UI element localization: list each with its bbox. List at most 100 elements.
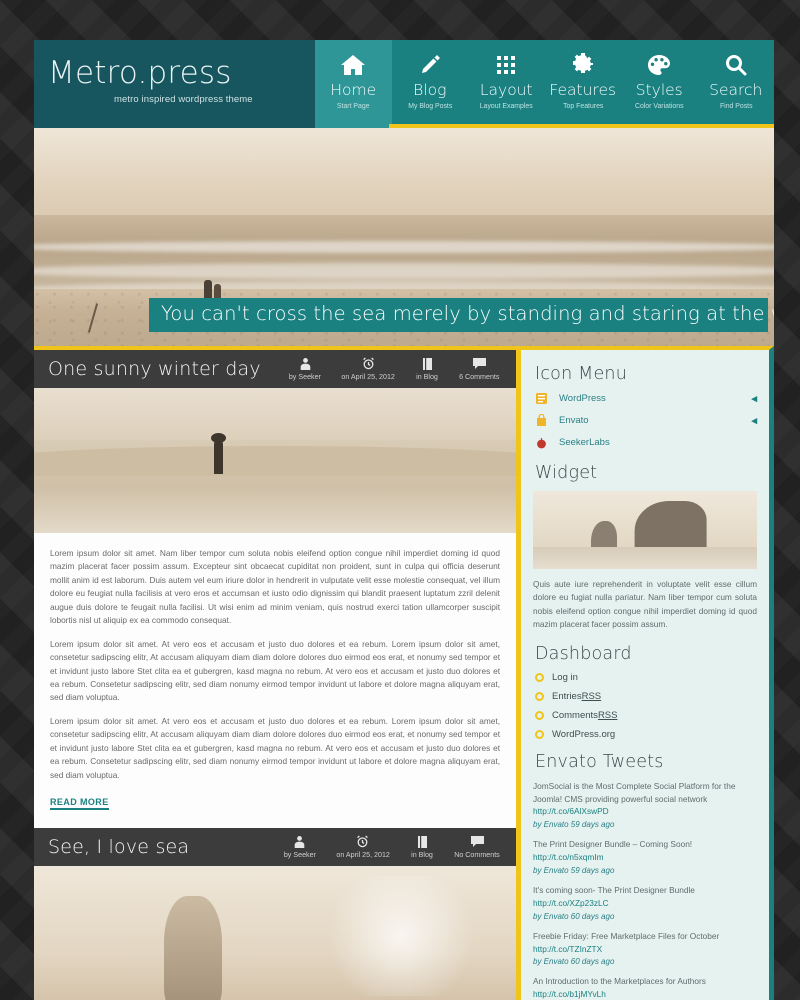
nav-label-search: Search [709,81,763,99]
dashboard-item-login[interactable]: Log in [533,672,757,683]
meta-date: on April 25, 2012 [326,835,400,859]
dashboard-item-wordpress-org[interactable]: WordPress.org [533,729,757,740]
post-header: See, I love sea by Seeker on April 25, 2… [34,828,516,866]
post-featured-image [34,388,516,533]
nav-sub-blog: My Blog Posts [407,101,452,110]
nav-label-home: Home [330,81,377,99]
nav-label-layout: Layout [479,81,533,99]
nav-item-features[interactable]: Features Top Features [545,40,622,128]
sidebar-label: WordPress [559,393,606,404]
post-paragraph: Lorem ipsum dolor sit amet. Nam liber te… [50,548,500,626]
book-icon [409,835,435,848]
nav-sub-features: Top Features [562,101,603,110]
meta-comments[interactable]: No Comments [444,835,510,859]
tweet-item: It's coming soon- The Print Designer Bun… [533,884,757,921]
widget-text: Quis aute iure reprehenderit in voluptat… [533,579,757,630]
gear-icon [545,51,622,79]
book-icon [414,357,440,370]
nav-label-styles: Styles [635,81,683,99]
meta-category: in Blog [400,835,444,859]
dashboard-label-rss: RSS [597,709,618,721]
tweet-byline: by Envato 60 days ago [533,911,615,921]
brand[interactable]: Metro.press metro inspired wordpress the… [34,40,315,128]
tweet-body: JomSocial is the Most Complete Social Pl… [533,780,736,804]
pencil-icon [392,51,469,79]
meta-date: on April 25, 2012 [331,357,405,381]
wordpress-book-icon [535,392,552,405]
post-title[interactable]: One sunny winter day [48,358,279,380]
person-icon [288,357,322,370]
content-area: One sunny winter day by Seeker on April … [34,346,774,1000]
nav-item-home[interactable]: Home Start Page [315,40,392,128]
tweet-link[interactable]: http://t.co/n5xqmIm [533,852,604,862]
widget-image [533,491,757,569]
meta-comments-label: No Comments [454,850,500,859]
bullet-circle-icon [535,691,544,701]
post-meta: by Seeker on April 25, 2012 [274,835,510,859]
chevron-left-icon[interactable]: ◂ [751,414,757,427]
post-featured-image [34,866,516,1000]
post-paragraph: Lorem ipsum dolor sit amet. At vero eos … [50,638,500,703]
sidebar-item-wordpress[interactable]: WordPress ◂ [533,392,757,405]
tweet-body: The Print Designer Bundle – Coming Soon! [533,839,693,850]
person-icon [283,835,317,848]
tweet-body: It's coming soon- The Print Designer Bun… [533,885,695,896]
nav-sub-layout: Layout Examples [479,101,533,110]
meta-author-label: by Seeker [289,372,322,381]
meta-comments-label: 6 Comments [459,372,500,381]
meta-author: by Seeker [279,357,331,381]
sidebar-heading-widget: Widget [535,463,598,483]
meta-author: by Seeker [274,835,326,859]
sidebar-label: SeekerLabs [559,437,610,448]
bullet-circle-icon [535,729,544,739]
tweet-link[interactable]: http://t.co/XZp23zLC [533,898,609,908]
tweet-item: The Print Designer Bundle – Coming Soon!… [533,838,757,875]
post-body: Lorem ipsum dolor sit amet. Nam liber te… [34,533,516,828]
nav-item-blog[interactable]: Blog My Blog Posts [392,40,469,128]
read-more-link[interactable]: READ MORE [50,797,109,810]
nav-item-search[interactable]: Search Find Posts [698,40,775,128]
dashboard-item-comments-rss[interactable]: Comments RSS [533,710,757,721]
main-column: One sunny winter day by Seeker on April … [34,346,516,1000]
tweet-link[interactable]: http://t.co/b1jMYvLh [533,989,606,999]
tweet-body: Freebie Friday: Free Marketplace Files f… [533,930,720,941]
sidebar-heading-tweets: Envato Tweets [535,751,664,772]
tweet-body: An Introduction to the Marketplaces for … [533,976,706,987]
dashboard-label: Entries [552,690,582,702]
brand-title: Metro.press [48,55,232,91]
tweet-byline: by Envato 59 days ago [533,866,615,876]
meta-author-label: by Seeker [283,850,316,859]
chevron-left-icon[interactable]: ◂ [751,392,757,405]
alarm-clock-icon [340,357,396,370]
post-title[interactable]: See, I love sea [48,836,274,858]
palette-icon [621,51,698,79]
hero-slider[interactable]: You can't cross the sea merely by standi… [34,128,774,346]
tweet-text: An Introduction to the Marketplaces for … [533,975,757,1000]
dashboard-label: Log in [552,671,578,683]
alarm-clock-icon [335,835,391,848]
tweet-text: The Print Designer Bundle – Coming Soon!… [533,838,757,864]
meta-date-label: on April 25, 2012 [336,850,390,859]
post-paragraph: Lorem ipsum dolor sit amet. At vero eos … [50,715,500,780]
meta-category-label: in Blog [416,372,439,381]
dashboard-item-entries-rss[interactable]: Entries RSS [533,691,757,702]
main-nav: Home Start Page Blog My Blog Posts Layou… [315,40,774,128]
nav-item-layout[interactable]: Layout Layout Examples [468,40,545,128]
sidebar-heading-dashboard: Dashboard [535,643,632,664]
tweet-byline: by Envato 59 days ago [533,820,615,830]
nav-item-styles[interactable]: Styles Color Variations [621,40,698,128]
meta-date-label: on April 25, 2012 [341,372,396,381]
meta-category: in Blog [405,357,449,381]
tweet-link[interactable]: http://t.co/6AlXswPD [533,806,609,816]
sidebar-item-seekerlabs[interactable]: SeekerLabs [533,436,757,449]
tweet-item: An Introduction to the Marketplaces for … [533,975,757,1000]
tweet-link[interactable]: http://t.co/TZInZTX [533,944,602,954]
comment-bubble-icon [453,835,501,848]
bullet-circle-icon [535,672,544,682]
envato-bag-icon [535,414,552,427]
sidebar-item-envato[interactable]: Envato ◂ [533,414,757,427]
grid-icon [468,51,545,79]
post-article: See, I love sea by Seeker on April 25, 2… [34,828,516,1000]
nav-sub-search: Find Posts [719,101,753,110]
meta-comments[interactable]: 6 Comments [449,357,510,381]
